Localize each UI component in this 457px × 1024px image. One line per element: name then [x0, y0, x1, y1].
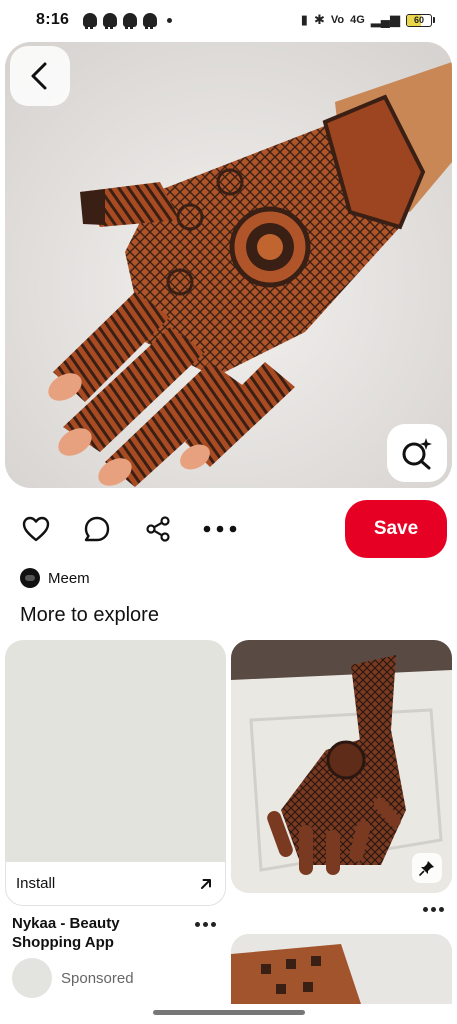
- network-label: 4G: [350, 14, 365, 26]
- heart-icon[interactable]: [21, 514, 51, 544]
- external-arrow-icon: [201, 878, 211, 889]
- ad-title[interactable]: Nykaa - Beauty Shopping App: [12, 914, 182, 952]
- comment-icon[interactable]: [82, 514, 112, 544]
- volte-icon: Vo: [330, 14, 345, 26]
- explore-pin-card[interactable]: [231, 640, 452, 893]
- battery-icon: 60: [406, 13, 435, 27]
- home-indicator[interactable]: [153, 1010, 305, 1015]
- lens-search-icon: [402, 438, 432, 470]
- pin-button[interactable]: [412, 853, 442, 883]
- share-icon[interactable]: [143, 514, 173, 544]
- back-button[interactable]: [10, 46, 70, 106]
- pushpin-icon: [419, 861, 434, 876]
- signal-icon: ▂▄▆: [370, 12, 400, 27]
- install-label: Install: [16, 875, 56, 892]
- pin-more-icon[interactable]: [423, 907, 444, 912]
- more-notifications-dot: [167, 17, 173, 23]
- henna-hand-image: [231, 934, 452, 1004]
- snapchat-icon: [83, 13, 98, 29]
- chevron-left-icon: [31, 62, 47, 90]
- pin-action-row: Save: [0, 500, 457, 558]
- creator-name[interactable]: Meem: [48, 570, 90, 587]
- vibrate-icon: ▮: [300, 12, 308, 27]
- status-bar: 8:16 ▮ ✱ Vo 4G ▂▄▆ 60: [0, 0, 457, 40]
- snapchat-icon: [103, 13, 118, 29]
- more-icon[interactable]: [203, 514, 237, 544]
- ad-more-icon[interactable]: [195, 922, 216, 927]
- pin-image[interactable]: [5, 42, 452, 488]
- snapchat-icon: [143, 13, 158, 29]
- henna-hand-image: [5, 42, 452, 488]
- save-button[interactable]: Save: [345, 500, 447, 558]
- creator[interactable]: Meem: [20, 568, 90, 588]
- install-bar[interactable]: Install: [5, 862, 226, 906]
- section-title: More to explore: [20, 604, 159, 626]
- snapchat-icon: [123, 13, 138, 29]
- ad-card[interactable]: Install: [5, 640, 226, 906]
- creator-avatar[interactable]: [20, 568, 40, 588]
- notification-icons: [83, 13, 173, 29]
- explore-pin-card[interactable]: [231, 934, 452, 1004]
- battery-level: 60: [413, 14, 424, 25]
- visual-search-button[interactable]: [387, 424, 447, 482]
- system-icons: ▮ ✱ Vo 4G ▂▄▆ 60: [301, 12, 435, 28]
- sponsored-label: Sponsored: [61, 970, 134, 987]
- status-time: 8:16: [36, 11, 70, 28]
- bluetooth-icon: ✱: [313, 12, 325, 27]
- sponsor-avatar[interactable]: [12, 958, 52, 998]
